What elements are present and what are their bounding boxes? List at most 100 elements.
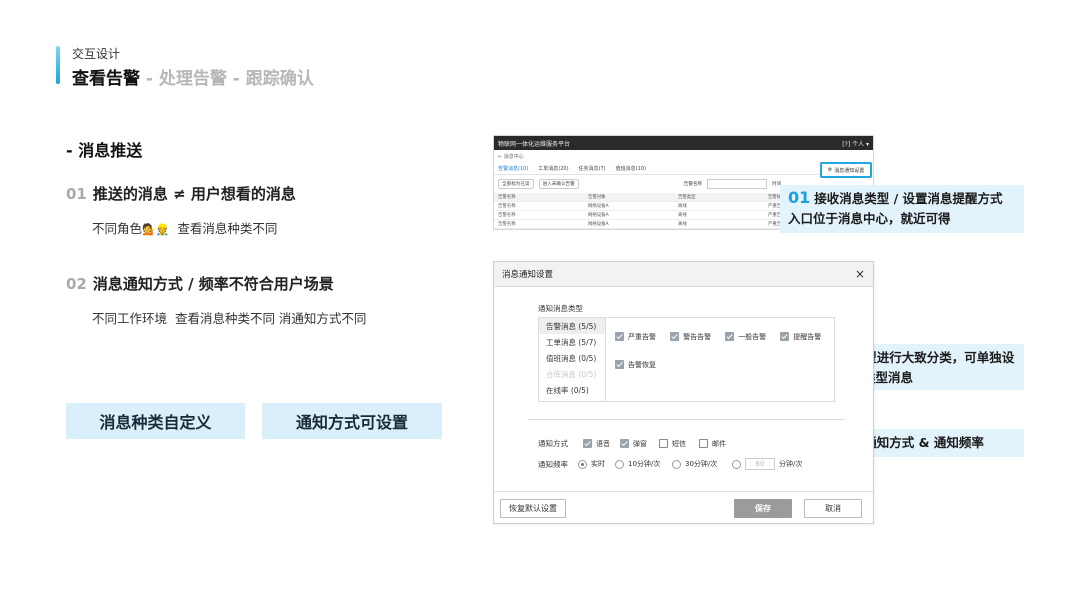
option-label: 30分钟/次	[685, 460, 718, 468]
option-label: 一般告警	[738, 332, 767, 341]
point-1-sub-b: 查看消息种类不同	[169, 221, 278, 236]
pill-custom-types: 消息种类自定义	[66, 403, 245, 439]
checkbox-checked[interactable]	[583, 439, 592, 448]
option-recovery[interactable]: 告警恢复	[615, 360, 656, 370]
user-menu[interactable]: [?] 个人 ▾	[842, 139, 869, 148]
freq-realtime[interactable]: 实时	[578, 459, 615, 469]
option-label: 告警恢复	[628, 360, 656, 369]
point-1-text: 推送的消息 ≠ 用户想看的消息	[92, 185, 296, 203]
col-object: 告警对象	[588, 195, 606, 200]
checkbox-checked[interactable]	[615, 360, 624, 369]
method-row: 通知方式 语音 弹窗 短信 邮件	[538, 438, 726, 449]
checkbox-checked[interactable]	[725, 332, 735, 341]
tab-duty[interactable]: 值班消息(10)	[616, 165, 646, 172]
method-label: 通知方式	[538, 439, 568, 448]
category-item-ticket[interactable]: 工单消息 (5/7)	[539, 334, 605, 350]
callout-01-number: 01	[788, 188, 811, 207]
tab-alarm[interactable]: 告警消息(10)	[498, 165, 528, 172]
cell: 网络设备A	[588, 213, 609, 218]
notify-settings-button[interactable]: ⚙ 消息通知设置	[820, 162, 872, 178]
checkbox-checked[interactable]	[670, 332, 680, 341]
category-item-warehouse[interactable]: 合库消息 (0/5)	[539, 366, 605, 382]
roles-emoji-icon: 💁👷	[142, 223, 170, 236]
option-label: 提醒告警	[793, 332, 822, 341]
notify-settings-dialog: 消息通知设置 × 通知消息类型 告警消息 (5/5) 工单消息 (5/7) 值班…	[493, 261, 874, 524]
unconfirmed-alarm-button[interactable]: 进入未确认告警	[538, 179, 579, 189]
filter-label-name: 告警名称	[683, 182, 703, 187]
checkbox-checked[interactable]	[620, 439, 629, 448]
callout-01-line1: 接收消息类型 / 设置消息提醒方式	[814, 191, 1003, 206]
section-heading: - 消息推送	[66, 141, 143, 160]
category-item-duty[interactable]: 值班消息 (0/5)	[539, 350, 605, 366]
cell: 告警名称	[498, 222, 516, 227]
close-icon[interactable]: ×	[855, 267, 865, 281]
option-label: 邮件	[712, 439, 726, 448]
cell: 告警名称	[498, 213, 516, 218]
method-sms[interactable]: 短信	[659, 439, 699, 449]
category-item-online-rate[interactable]: 在线率 (0/5)	[539, 382, 605, 398]
divider	[528, 419, 845, 420]
category-item-alarm[interactable]: 告警消息 (5/5)	[539, 318, 605, 334]
freq-30min[interactable]: 30分钟/次	[672, 459, 732, 469]
option-label: 弹窗	[633, 439, 647, 448]
custom-minutes-input[interactable]: 60	[745, 458, 775, 470]
cell: 网络设备A	[588, 222, 609, 227]
cancel-button[interactable]: 取消	[804, 499, 862, 518]
filter-name-input[interactable]	[707, 179, 768, 189]
frequency-label: 通知频率	[538, 459, 568, 469]
checkbox-checked[interactable]	[615, 332, 624, 341]
callout-01-line2: 入口位于消息中心，就近可得	[788, 211, 951, 226]
dialog-title: 消息通知设置	[502, 270, 554, 280]
eyebrow-label: 交互设计	[72, 47, 121, 61]
app-title: 物联网一体化运维服务平台	[498, 140, 571, 148]
settings-gear-icon: ⚙	[827, 167, 833, 173]
save-button[interactable]: 保存	[734, 499, 792, 518]
option-label: 语音	[596, 439, 610, 448]
option-label: 短信	[672, 439, 686, 448]
reset-defaults-button[interactable]: 恢复默认设置	[500, 499, 566, 518]
breadcrumb[interactable]: ← 消息中心	[494, 150, 873, 163]
tab-ticket[interactable]: 工单消息(20)	[538, 165, 568, 172]
category-panel: 告警消息 (5/5) 工单消息 (5/7) 值班消息 (0/5) 合库消息 (0…	[538, 317, 835, 402]
category-label: 通知消息类型	[538, 304, 583, 313]
point-2-number: 02	[66, 275, 87, 293]
app-topbar: 物联网一体化运维服务平台 [?] 个人 ▾	[494, 136, 873, 150]
title-rest: - 处理告警 - 跟踪确认	[140, 69, 314, 89]
point-1-title: 01 推送的消息 ≠ 用户想看的消息	[66, 183, 296, 204]
mark-all-read-button[interactable]: 全部标为已读	[498, 179, 534, 189]
page-title: 查看告警 - 处理告警 - 跟踪确认	[72, 64, 314, 89]
freq-10min[interactable]: 10分钟/次	[615, 459, 672, 469]
title-active: 查看告警	[72, 69, 140, 89]
col-name: 告警名称	[498, 195, 516, 200]
message-tabs: 告警消息(10) 工单消息(20) 任务消息(7) 值班消息(10)	[494, 163, 873, 175]
option-reminder[interactable]: 提醒告警	[780, 332, 821, 342]
option-warning[interactable]: 警告告警	[670, 332, 720, 342]
method-popup[interactable]: 弹窗	[620, 439, 659, 449]
cell: 告警名称	[498, 204, 516, 209]
radio-unselected[interactable]	[732, 459, 741, 469]
tab-task[interactable]: 任务消息(7)	[579, 165, 606, 172]
dialog-header: 消息通知设置 ×	[494, 262, 873, 287]
cell: 网络设备A	[588, 204, 609, 209]
freq-custom[interactable]: 60 分钟/次	[732, 458, 802, 470]
option-label: 10分钟/次	[628, 460, 661, 468]
option-general[interactable]: 一般告警	[725, 332, 775, 342]
category-list: 告警消息 (5/5) 工单消息 (5/7) 值班消息 (0/5) 合库消息 (0…	[539, 318, 606, 401]
cell: 离线	[678, 204, 687, 209]
point-1-sub-a: 不同角色	[92, 221, 143, 236]
checkbox-unchecked[interactable]	[699, 439, 708, 448]
frequency-row: 通知频率 实时 10分钟/次 30分钟/次 60 分钟/次	[538, 458, 802, 470]
option-critical[interactable]: 严重告警	[615, 332, 665, 342]
radio-selected[interactable]	[578, 459, 587, 469]
point-2-text: 消息通知方式 / 频率不符合用户场景	[92, 275, 334, 293]
point-1-number: 01	[66, 185, 87, 203]
method-email[interactable]: 邮件	[699, 439, 726, 449]
radio-unselected[interactable]	[615, 459, 624, 469]
title-accent-bar	[56, 46, 60, 84]
method-voice[interactable]: 语音	[583, 439, 620, 449]
radio-unselected[interactable]	[672, 459, 681, 469]
point-1-subtext: 不同角色💁👷 查看消息种类不同	[92, 218, 277, 237]
checkbox-unchecked[interactable]	[659, 439, 668, 448]
cell: 离线	[678, 213, 687, 218]
checkbox-checked[interactable]	[780, 332, 790, 341]
